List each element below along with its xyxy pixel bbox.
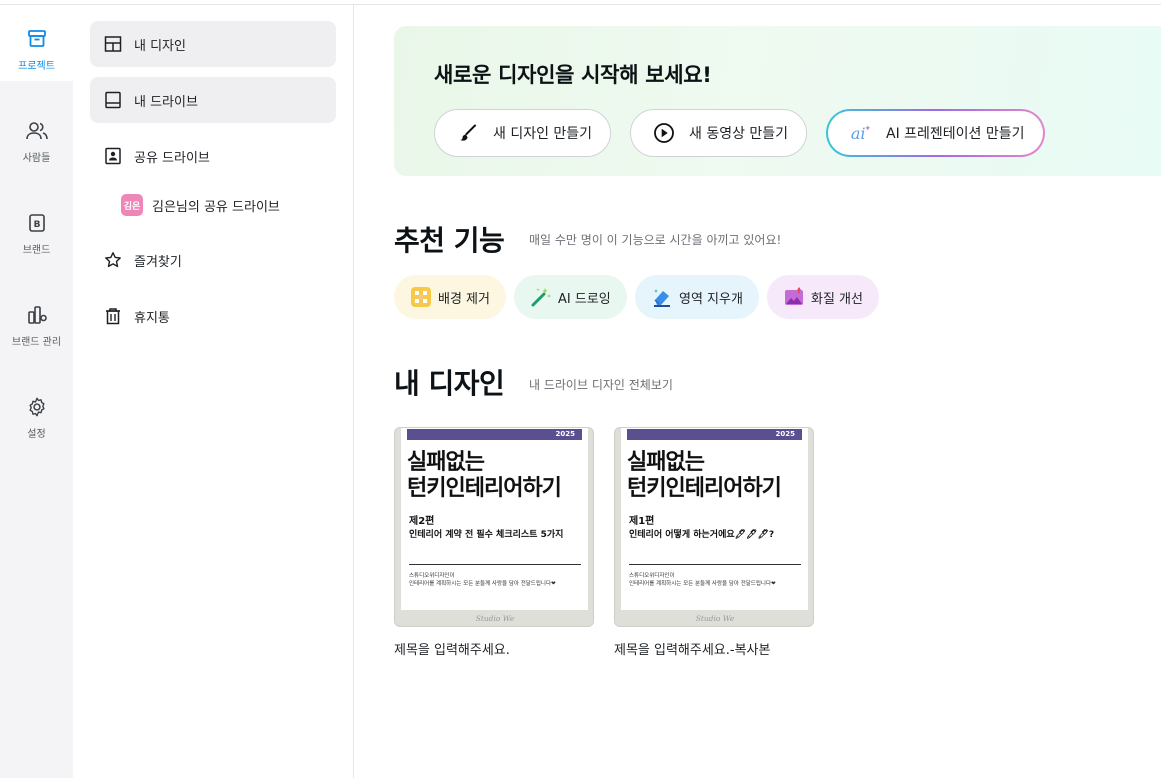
panel-item-favorites[interactable]: 즐겨찾기 <box>90 237 336 283</box>
rail-item-people[interactable]: 사람들 <box>0 97 73 173</box>
rail-item-brand-manage[interactable]: 브랜드 관리 <box>0 281 73 357</box>
hero-banner: 새로운 디자인을 시작해 보세요! 새 디자인 만들기 새 동영상 만들기 ai… <box>394 26 1161 176</box>
shared-drive-label: 김은님의 공유 드라이브 <box>152 199 280 215</box>
drive-icon <box>103 90 123 110</box>
recommended-title: 추천 기능 <box>394 224 505 257</box>
play-icon <box>653 122 675 144</box>
chip-label: 영역 지우개 <box>679 291 743 307</box>
cover-title-line2: 턴키인테리어하기 <box>407 476 562 501</box>
chip-label: AI 드로잉 <box>558 291 611 307</box>
rail-label: 브랜드 <box>22 245 51 256</box>
side-panel: 내 디자인 내 드라이브 공유 드라이브 김은 김은님의 공유 드라이브 즐겨찾… <box>73 5 354 778</box>
ai-presentation-button[interactable]: ai AI 프레젠테이션 만들기 <box>826 109 1045 157</box>
design-thumbnail: 2025 실패없는 턴키인테리어하기 제2편 인테리어 계약 전 필수 체크리스트… <box>394 427 594 627</box>
studio-logo: Studio We <box>695 614 735 623</box>
rail-label: 프로젝트 <box>18 61 55 72</box>
brand-icon: B <box>25 211 49 235</box>
hero-title: 새로운 디자인을 시작해 보세요! <box>434 63 712 87</box>
ai-presentation-label: AI 프레젠테이션 만들기 <box>886 126 1025 142</box>
brand-manage-icon <box>25 303 49 327</box>
cover-bar: 2025 <box>407 429 582 440</box>
design-thumbnail: 2025 실패없는 턴키인테리어하기 제1편 인테리어 어떻게 하는거에요🖊🖊🖊?… <box>614 427 814 627</box>
cover-footer-line2: 인테리어를 계획하시는 모든 분들께 사랑을 담아 전달드립니다❤ <box>629 581 776 587</box>
svg-text:ai: ai <box>851 124 866 143</box>
cover-divider <box>629 564 801 565</box>
rail-label: 설정 <box>27 429 46 440</box>
design-title[interactable]: 제목을 입력해주세요.-복사본 <box>614 639 814 658</box>
cover-title-line2: 턴키인테리어하기 <box>627 476 782 501</box>
panel-item-label: 즐겨찾기 <box>134 254 182 270</box>
cover-year: 2025 <box>555 430 575 438</box>
design-card[interactable]: 2025 실패없는 턴키인테리어하기 제2편 인테리어 계약 전 필수 체크리스트… <box>394 427 594 658</box>
rail-label: 브랜드 관리 <box>11 337 62 348</box>
panel-item-my-drive[interactable]: 내 드라이브 <box>90 77 336 123</box>
eraser-icon <box>651 286 673 308</box>
people-icon <box>25 119 49 143</box>
cover-bar: 2025 <box>627 429 802 440</box>
cover-episode: 제2편 <box>409 516 435 527</box>
design-card[interactable]: 2025 실패없는 턴키인테리어하기 제1편 인테리어 어떻게 하는거에요🖊🖊🖊?… <box>614 427 814 658</box>
new-design-label: 새 디자인 만들기 <box>493 126 593 142</box>
panel-item-label: 공유 드라이브 <box>134 150 210 166</box>
chip-image-enhance[interactable]: 화질 개선 <box>767 275 879 319</box>
svg-text:B: B <box>33 220 40 230</box>
panel-item-kim-shared-drive[interactable]: 김은 김은님의 공유 드라이브 <box>121 193 280 217</box>
shared-drive-icon <box>103 146 123 166</box>
new-video-label: 새 동영상 만들기 <box>689 126 789 142</box>
new-design-button[interactable]: 새 디자인 만들기 <box>434 109 612 157</box>
cover-title-line1: 실패없는 <box>627 450 705 475</box>
my-designs-title: 내 디자인 <box>394 367 505 400</box>
cover-title: 실패없는 턴키인테리어하기 <box>407 450 562 502</box>
studio-logo: Studio We <box>475 614 515 623</box>
cover-episode: 제1편 <box>629 516 655 527</box>
rail-item-projects[interactable]: 프로젝트 <box>0 5 73 81</box>
gear-icon <box>25 395 49 419</box>
brush-icon <box>457 122 479 144</box>
left-rail: 프로젝트 사람들 B 브랜드 브랜드 관리 설정 <box>0 5 73 778</box>
grid-icon <box>103 34 123 54</box>
recommended-subtitle: 매일 수만 명이 이 기능으로 시간을 아끼고 있어요! <box>529 233 782 247</box>
panel-item-shared-drive[interactable]: 공유 드라이브 <box>90 133 336 179</box>
trash-icon <box>103 306 123 326</box>
rail-item-brand[interactable]: B 브랜드 <box>0 189 73 265</box>
magic-wand-icon <box>530 286 552 308</box>
panel-item-trash[interactable]: 휴지통 <box>90 293 336 339</box>
chip-label: 배경 제거 <box>438 291 490 307</box>
new-video-button[interactable]: 새 동영상 만들기 <box>630 109 808 157</box>
cover-title: 실패없는 턴키인테리어하기 <box>627 450 782 502</box>
chip-label: 화질 개선 <box>811 291 863 307</box>
cover-year: 2025 <box>775 430 795 438</box>
cover-page: 2025 실패없는 턴키인테리어하기 제2편 인테리어 계약 전 필수 체크리스트… <box>401 428 588 610</box>
chip-background-remove[interactable]: 배경 제거 <box>394 275 506 319</box>
panel-item-label: 내 드라이브 <box>134 94 198 110</box>
avatar: 김은 <box>121 194 143 216</box>
chip-area-eraser[interactable]: 영역 지우개 <box>635 275 759 319</box>
cover-divider <box>409 564 581 565</box>
rail-label: 사람들 <box>22 153 51 164</box>
rail-item-settings[interactable]: 설정 <box>0 373 73 449</box>
background-remove-icon <box>410 286 432 308</box>
panel-item-label: 휴지통 <box>134 310 170 326</box>
cover-description: 인테리어 어떻게 하는거에요🖊🖊🖊? <box>629 530 775 540</box>
cover-footer-line1: 스튜디오위디자인이 <box>409 573 455 579</box>
cover-title-line1: 실패없는 <box>407 450 485 475</box>
ai-icon: ai <box>850 122 872 144</box>
panel-item-label: 내 디자인 <box>134 38 186 54</box>
cover-footer-line1: 스튜디오위디자인이 <box>629 573 675 579</box>
cover-footer-line2: 인테리어를 계획하시는 모든 분들께 사랑을 담아 전달드립니다❤ <box>409 581 556 587</box>
project-box-icon <box>25 27 49 51</box>
star-icon <box>103 250 123 270</box>
chip-ai-drawing[interactable]: AI 드로잉 <box>514 275 627 319</box>
cover-page: 2025 실패없는 턴키인테리어하기 제1편 인테리어 어떻게 하는거에요🖊🖊🖊?… <box>621 428 808 610</box>
cover-description: 인테리어 계약 전 필수 체크리스트 5가지 <box>409 530 564 540</box>
design-title[interactable]: 제목을 입력해주세요. <box>394 639 594 658</box>
image-enhance-icon <box>783 286 805 308</box>
panel-item-my-designs[interactable]: 내 디자인 <box>90 21 336 67</box>
my-designs-view-all-link[interactable]: 내 드라이브 디자인 전체보기 <box>529 376 673 393</box>
